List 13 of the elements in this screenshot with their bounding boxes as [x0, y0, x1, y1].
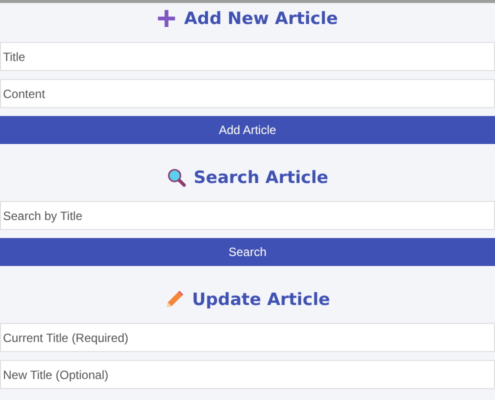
submit-button[interactable]: Search	[0, 238, 495, 266]
pencil-icon	[164, 290, 184, 309]
input-field[interactable]: Title	[0, 42, 495, 71]
search-icon	[166, 168, 186, 187]
input-field[interactable]: Search by Title	[0, 201, 495, 230]
plus-icon	[157, 9, 176, 28]
section-title: Update Article	[192, 290, 330, 310]
section-title: Add New Article	[184, 8, 338, 28]
section-title: Search Article	[194, 168, 328, 188]
input-field[interactable]: Content	[0, 79, 495, 108]
input-field[interactable]: New Title (Optional)	[0, 360, 495, 389]
submit-button[interactable]: Add Article	[0, 116, 495, 144]
input-field[interactable]: Current Title (Required)	[0, 323, 495, 352]
